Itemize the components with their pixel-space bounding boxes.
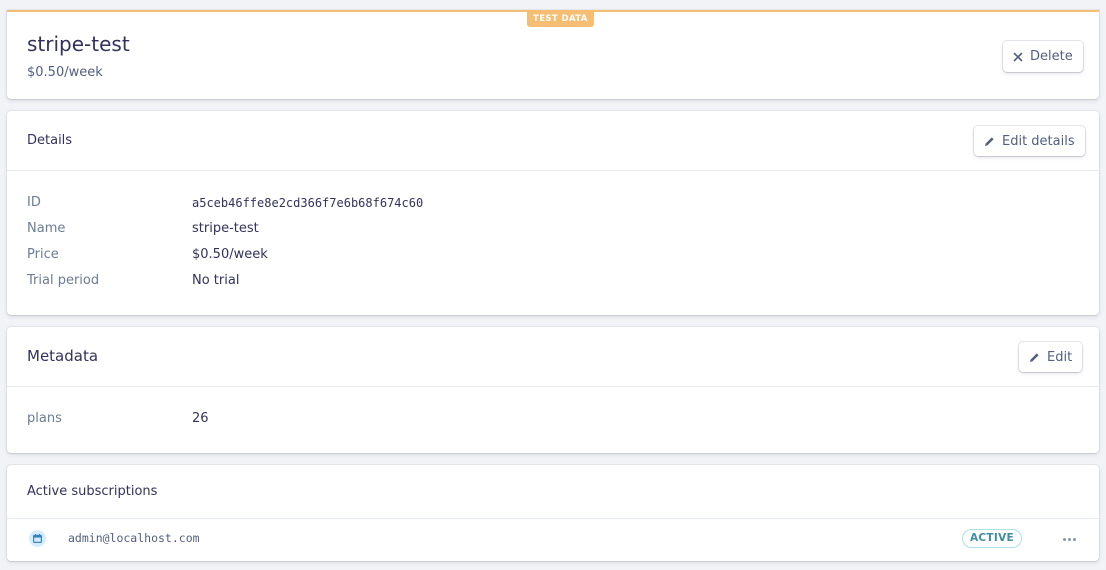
edit-details-label: Edit details: [1002, 133, 1075, 149]
page-subtitle: $0.50/week: [27, 65, 103, 80]
metadata-label-plans: plans: [27, 411, 62, 426]
metadata-value-plans: 26: [192, 411, 209, 426]
pencil-icon: [984, 136, 995, 147]
metadata-card: Metadata Edit plans 26: [7, 327, 1099, 453]
close-icon: [1013, 52, 1023, 62]
detail-value-price: $0.50/week: [192, 247, 268, 262]
subscriptions-header: Active subscriptions: [7, 465, 1099, 519]
detail-value-name: stripe-test: [192, 221, 259, 236]
calendar-icon: [29, 530, 46, 547]
detail-label-trial: Trial period: [27, 273, 100, 288]
plan-header-card: TEST DATA stripe-test $0.50/week Delete: [7, 10, 1099, 99]
details-header: Details Edit details: [7, 111, 1099, 171]
more-icon[interactable]: [1059, 531, 1079, 547]
detail-label-price: Price: [27, 247, 59, 262]
details-card: Details Edit details ID a5ceb46ffe8e2cd3…: [7, 111, 1099, 315]
edit-metadata-button[interactable]: Edit: [1019, 342, 1083, 372]
test-data-badge: TEST DATA: [527, 12, 594, 27]
edit-metadata-label: Edit: [1047, 349, 1073, 365]
page-title: stripe-test: [27, 32, 130, 56]
metadata-title: Metadata: [27, 347, 99, 365]
subscriptions-title: Active subscriptions: [27, 484, 158, 499]
detail-value-id: a5ceb46ffe8e2cd366f7e6b68f674c60: [192, 196, 424, 210]
subscription-email-link[interactable]: admin@localhost.com: [68, 531, 200, 545]
status-badge: ACTIVE: [962, 529, 1022, 548]
detail-label-id: ID: [27, 195, 41, 210]
pencil-icon: [1029, 352, 1040, 363]
edit-details-button[interactable]: Edit details: [974, 126, 1085, 156]
subscriptions-card: Active subscriptions admin@localhost.com…: [7, 465, 1099, 561]
detail-value-trial: No trial: [192, 273, 240, 288]
details-title: Details: [27, 133, 73, 148]
detail-label-name: Name: [27, 221, 66, 236]
page: TEST DATA stripe-test $0.50/week Delete …: [0, 0, 1106, 570]
delete-button[interactable]: Delete: [1003, 41, 1083, 72]
metadata-header: Metadata Edit: [7, 327, 1099, 387]
delete-button-label: Delete: [1030, 49, 1073, 64]
